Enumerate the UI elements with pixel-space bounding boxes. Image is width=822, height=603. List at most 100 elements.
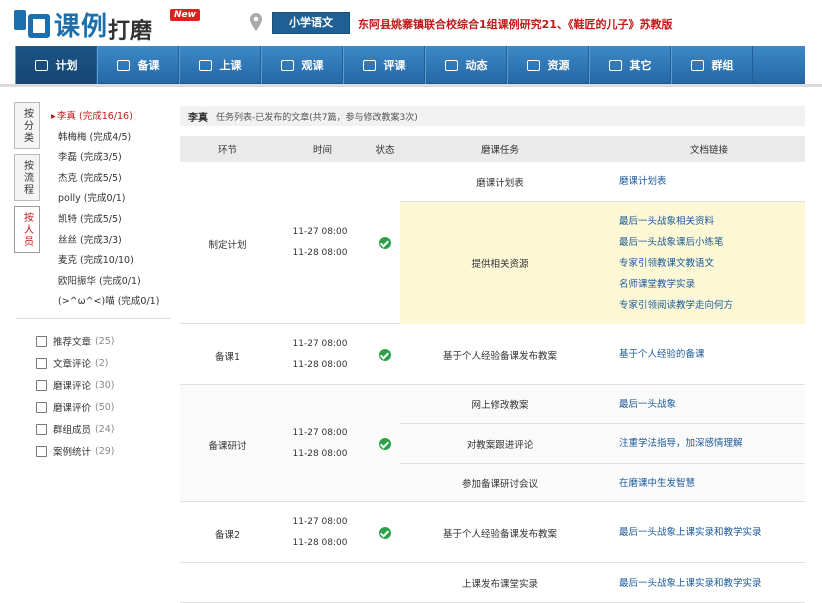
stat-label: 群组成员 xyxy=(53,425,92,436)
time-end: 11-28 08:00 xyxy=(292,537,348,548)
person-label: 凯特 (完成5/5) xyxy=(58,213,122,225)
task-name: 提供相关资源 xyxy=(471,259,529,270)
sidebar-tab-1[interactable]: 按流程 xyxy=(14,154,40,201)
doc-link[interactable]: 最后一头战象上课实录和教学实录 xyxy=(619,573,805,594)
doc-link[interactable]: 磨课计划表 xyxy=(619,171,805,192)
logo[interactable]: 课例 打磨 xyxy=(14,6,152,44)
table-row: 备课2 11-27 08:00 11-28 08:00 基于个人经验备课发布教案 最后一… xyxy=(180,502,805,563)
time-cell: 11-27 08:00 11-28 08:00 xyxy=(275,222,365,264)
person-item[interactable]: ▸李真 (完成16/16) xyxy=(51,107,178,128)
doc-link[interactable]: 最后一头战象上课实录和教学实录 xyxy=(619,522,805,543)
stat-item[interactable]: 群组成员 (24) xyxy=(36,418,176,440)
doc-links: 最后一头战象 xyxy=(600,394,805,415)
nav-item-0[interactable]: 计划 xyxy=(15,46,97,84)
doc-links: 磨课计划表 xyxy=(600,171,805,192)
stat-count: (24) xyxy=(95,423,115,435)
task-subrow: 磨课计划表 磨课计划表 xyxy=(400,162,805,202)
stat-icon xyxy=(36,401,47,413)
task-name: 基于个人经验备课发布教案 xyxy=(442,528,557,540)
person-label: 欧阳振华 (完成0/1) xyxy=(58,275,141,287)
doc-link[interactable]: 在磨课中生发智慧 xyxy=(619,473,805,494)
task-subrow: 对教案跟进评论 注重学法指导，加深感情理解 xyxy=(400,424,805,464)
table-row: 备课研讨 11-27 08:00 11-28 08:00 网上修改教案 最后一头战象 对教… xyxy=(180,385,805,502)
nav-item-7[interactable]: 其它 xyxy=(589,46,671,84)
check-circle-icon xyxy=(379,237,391,249)
person-item[interactable]: 李磊 (完成3/5) xyxy=(58,148,178,169)
check-circle-icon xyxy=(379,437,391,450)
task-subrow: 网上修改教案 最后一头战象 xyxy=(400,385,805,424)
sidebar-tab-2[interactable]: 按人员 xyxy=(14,206,40,253)
doc-link[interactable]: 最后一头战象课后小练笔 xyxy=(619,232,805,253)
stat-item[interactable]: 推荐文章 (25) xyxy=(36,330,176,352)
header: 课例 打磨 New 小学语文 东阿县姚寨镇联合校综合1组课例研究21、《鞋匠的儿… xyxy=(0,0,822,46)
stat-icon xyxy=(36,379,47,391)
table-row: 上课发布课堂实录 最后一头战象上课实录和教学实录 xyxy=(180,563,805,603)
person-item[interactable]: 杰克 (完成5/5) xyxy=(58,169,178,190)
nav-item-label: 上课 xyxy=(219,59,242,72)
doc-links: 最后一头战象相关资料 最后一头战象课后小练笔 专家引领教课文教语文 名师课堂教学实录专… xyxy=(600,211,805,316)
stat-item[interactable]: 磨课评论 (30) xyxy=(36,374,176,396)
nav-item-label: 观课 xyxy=(301,59,324,72)
sidebar-tab-0[interactable]: 按分类 xyxy=(14,102,40,149)
doc-link[interactable]: 专家引领阅读教学走向何方 xyxy=(619,295,805,316)
doc-link[interactable]: 名师课堂教学实录 xyxy=(619,274,805,295)
people-icon xyxy=(280,59,294,71)
nav-item-1[interactable]: 备课 xyxy=(97,46,179,84)
stat-label: 文章评论 xyxy=(53,359,92,370)
nav-item-label: 备课 xyxy=(137,59,160,72)
person-item[interactable]: 丝丝 (完成3/3) xyxy=(58,231,178,252)
column-header-stage: 环节 xyxy=(217,145,237,156)
doc-link[interactable]: 注重学法指导，加深感情理解 xyxy=(619,433,805,454)
person-label: 杰克 (完成5/5) xyxy=(58,172,122,184)
time-cell: 11-27 08:00 11-28 08:00 xyxy=(275,423,365,465)
document-icon xyxy=(608,59,622,71)
task-name: 参加备课研讨会议 xyxy=(461,479,538,490)
task-name: 磨课计划表 xyxy=(476,177,524,189)
nav-item-4[interactable]: 评课 xyxy=(343,46,425,84)
person-label: 麦克 (完成10/10) xyxy=(58,255,134,267)
doc-link[interactable]: 专家引领教课文教语文 xyxy=(619,253,805,274)
stat-item[interactable]: 文章评论 (2) xyxy=(36,352,176,374)
task-header: 李真 任务列表-已发布的文章(共7篇，参与修改教案3次) xyxy=(180,106,805,126)
cards-icon xyxy=(690,59,704,71)
time-start: 11-27 08:00 xyxy=(292,227,348,237)
time-end: 11-28 08:00 xyxy=(292,359,348,370)
new-badge: New xyxy=(170,9,200,21)
time-cell: 11-27 08:00 11-28 08:00 xyxy=(275,334,365,376)
doc-link[interactable]: 基于个人经验的备课 xyxy=(619,344,805,365)
stat-label: 磨课评论 xyxy=(53,381,92,392)
check-circle-icon xyxy=(379,348,391,361)
subject-button[interactable]: 小学语文 xyxy=(272,12,350,34)
logo-text: 课例 xyxy=(54,12,109,42)
doc-links: 注重学法指导，加深感情理解 xyxy=(600,433,805,454)
time-end: 11-28 08:00 xyxy=(292,448,348,459)
person-label: polly (完成0/1) xyxy=(58,193,126,205)
nav-item-5[interactable]: 动态 xyxy=(425,46,507,84)
person-item[interactable]: 欧阳振华 (完成0/1) xyxy=(58,272,178,293)
stat-count: (50) xyxy=(95,401,115,413)
course-title[interactable]: 东阿县姚寨镇联合校综合1组课例研究21、《鞋匠的儿子》苏教版 xyxy=(358,16,672,32)
doc-link[interactable]: 最后一头战象相关资料 xyxy=(619,211,805,232)
person-item[interactable]: polly (完成0/1) xyxy=(58,189,178,210)
person-label: 丝丝 (完成3/3) xyxy=(58,234,122,246)
task-subrow: 上课发布课堂实录 最后一头战象上课实录和教学实录 xyxy=(400,563,805,603)
person-item[interactable]: 凯特 (完成5/5) xyxy=(58,210,178,231)
nav-item-label: 群组 xyxy=(711,59,734,72)
stat-item[interactable]: 磨课评价 (50) xyxy=(36,396,176,418)
stat-item[interactable]: 案例统计 (29) xyxy=(36,440,176,462)
nav-item-6[interactable]: 资源 xyxy=(507,46,589,84)
nav-item-2[interactable]: 上课 xyxy=(179,46,261,84)
nav-item-label: 资源 xyxy=(547,59,570,72)
stat-icon xyxy=(36,335,47,347)
doc-link[interactable]: 最后一头战象 xyxy=(619,394,805,415)
nav-item-8[interactable]: 群组 xyxy=(671,46,753,84)
person-item[interactable]: 麦克 (完成10/10) xyxy=(58,251,178,272)
time-end: 11-28 08:00 xyxy=(292,248,348,258)
stat-icon xyxy=(36,445,47,457)
people-list: ▸李真 (完成16/16) 韩梅梅 (完成4/5) 李磊 (完成3/5) 杰克 (完成… xyxy=(51,107,178,313)
person-item[interactable]: (>^ω^<)喵 (完成0/1) xyxy=(58,292,178,313)
sidebar-tabs: 按分类 按流程 按人员 xyxy=(14,102,40,258)
person-item[interactable]: 韩梅梅 (完成4/5) xyxy=(58,128,178,149)
person-label: 李真 (完成16/16) xyxy=(57,111,133,122)
nav-item-3[interactable]: 观课 xyxy=(261,46,343,84)
